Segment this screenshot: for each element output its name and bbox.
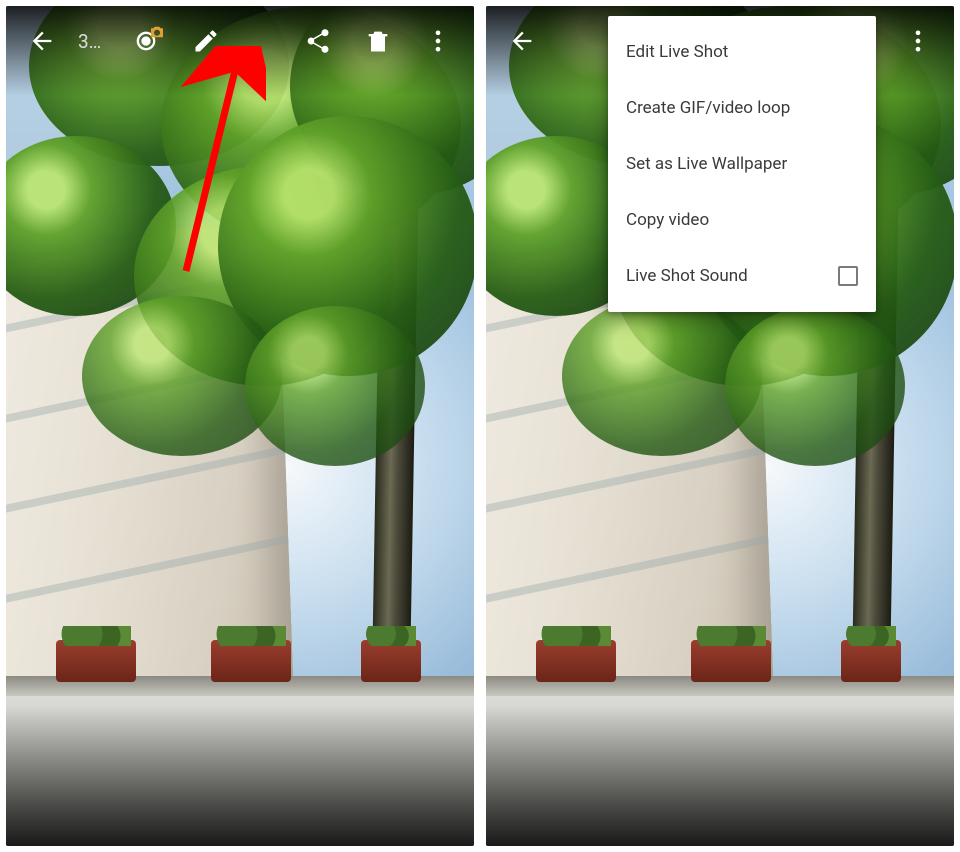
more-button[interactable] xyxy=(410,13,466,69)
back-icon xyxy=(508,27,536,55)
menu-item-label: Edit Live Shot xyxy=(626,42,728,62)
filename-label: 3… xyxy=(74,30,114,53)
back-button[interactable] xyxy=(494,13,550,69)
back-icon xyxy=(28,27,56,55)
menu-item-label: Copy video xyxy=(626,210,709,230)
menu-item-set-live-wallpaper[interactable]: Set as Live Wallpaper xyxy=(608,136,876,192)
screenshot-right: Edit Live Shot Create GIF/video loop Set… xyxy=(486,6,954,846)
more-button[interactable] xyxy=(890,13,946,69)
more-icon xyxy=(424,27,452,55)
menu-item-copy-video[interactable]: Copy video xyxy=(608,192,876,248)
menu-item-live-shot-sound[interactable]: Live Shot Sound xyxy=(608,248,876,304)
checkbox-unchecked-icon[interactable] xyxy=(838,266,858,286)
delete-button[interactable] xyxy=(350,13,406,69)
overflow-menu: Edit Live Shot Create GIF/video loop Set… xyxy=(608,16,876,312)
photo-viewer-toolbar: 3… xyxy=(6,6,474,76)
menu-item-label: Live Shot Sound xyxy=(626,266,748,286)
camera-accent-icon xyxy=(148,23,166,41)
menu-item-label: Set as Live Wallpaper xyxy=(626,154,787,174)
delete-icon xyxy=(364,27,392,55)
menu-item-create-gif[interactable]: Create GIF/video loop xyxy=(608,80,876,136)
share-button[interactable] xyxy=(290,13,346,69)
photo-content xyxy=(6,6,474,846)
edit-icon xyxy=(192,27,220,55)
more-icon xyxy=(904,27,932,55)
edit-button[interactable] xyxy=(178,13,234,69)
share-icon xyxy=(304,27,332,55)
back-button[interactable] xyxy=(14,13,70,69)
screenshot-left: 3… xyxy=(6,6,474,846)
live-shot-button[interactable] xyxy=(118,13,174,69)
menu-item-edit-live-shot[interactable]: Edit Live Shot xyxy=(608,24,876,80)
menu-item-label: Create GIF/video loop xyxy=(626,98,790,118)
